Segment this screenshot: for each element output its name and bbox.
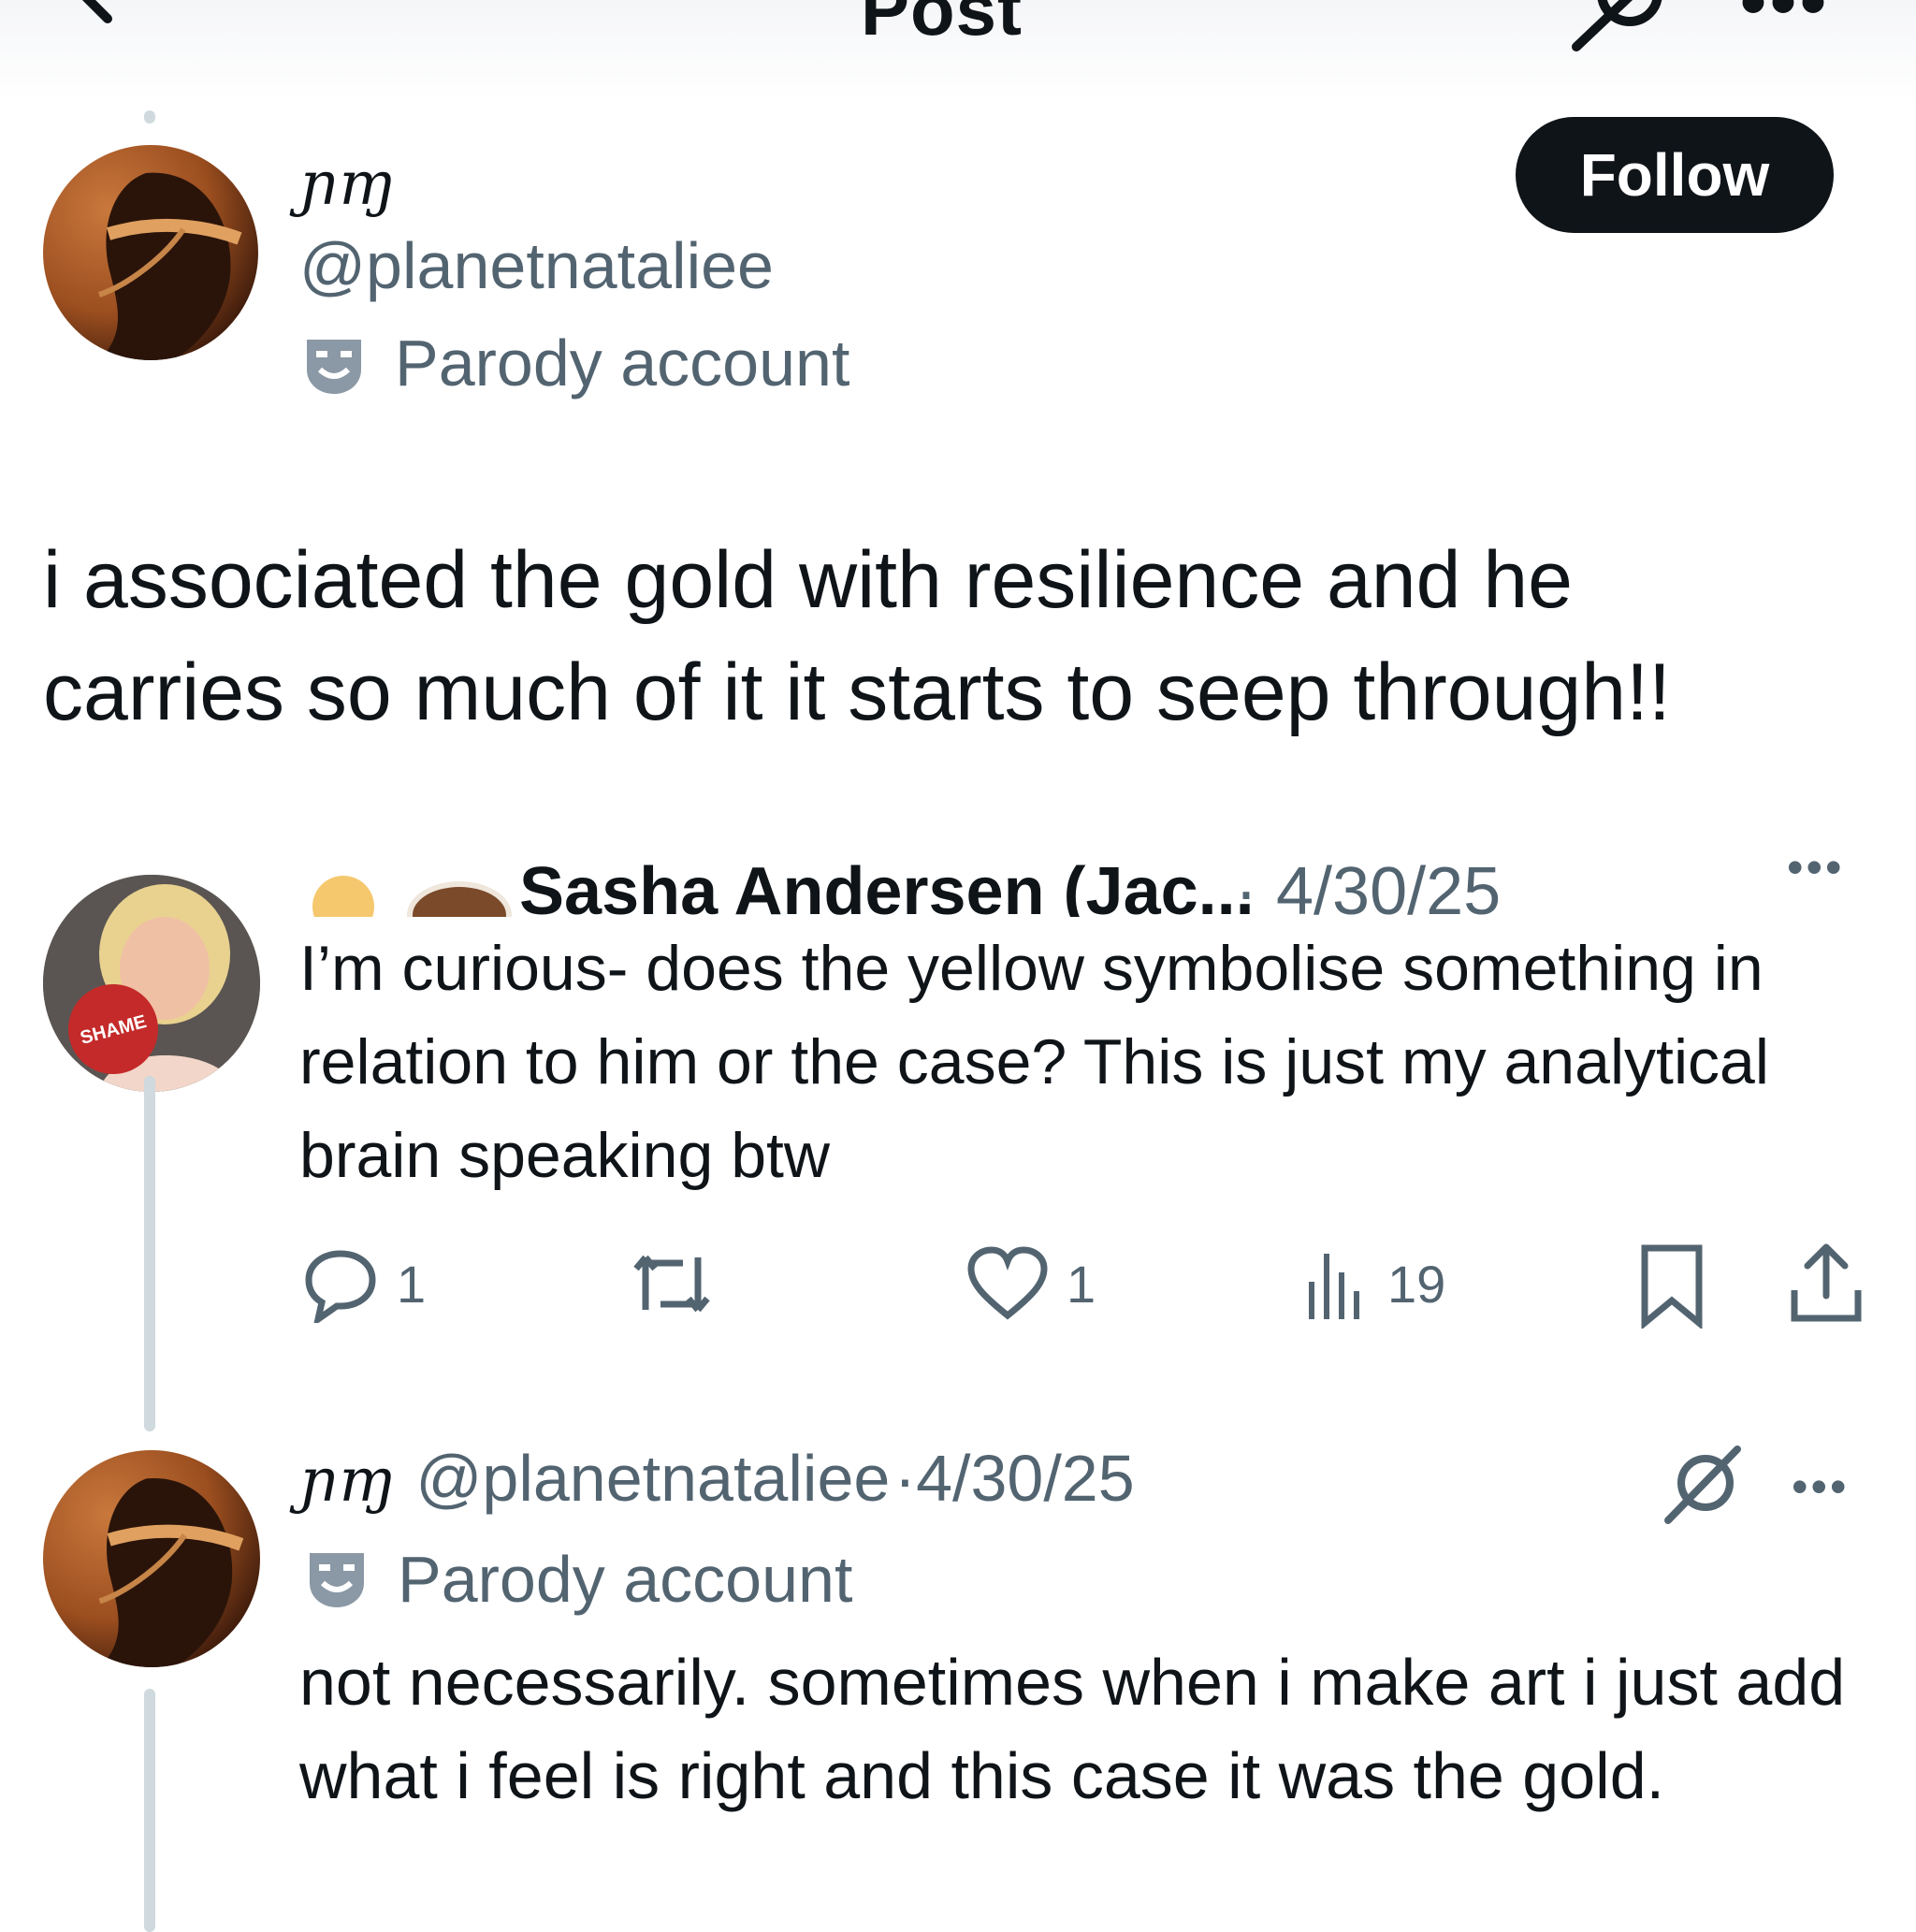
repost-icon: [633, 1255, 710, 1313]
author-name[interactable]: ɲɱ: [299, 150, 395, 219]
like-action[interactable]: 1: [965, 1244, 1096, 1323]
share-icon[interactable]: [1787, 1240, 1865, 1326]
reply2-date[interactable]: ·4/30/25: [894, 1442, 1135, 1515]
emoji-coconut-icon: [407, 881, 512, 917]
follow-button[interactable]: Follow: [1516, 117, 1834, 233]
reply2-author-name[interactable]: ɲɱ: [299, 1446, 395, 1516]
reply-more-options-icon[interactable]: •••: [1787, 861, 1845, 894]
author-avatar[interactable]: [43, 145, 258, 360]
reply-icon: [305, 1250, 376, 1323]
more-options-icon[interactable]: •••: [1740, 0, 1830, 39]
reply-count: 1: [397, 1254, 427, 1314]
reply-text: I’m curious- does the yellow symbolise s…: [299, 933, 1769, 1191]
reply2-grok-icon[interactable]: [1661, 1445, 1745, 1530]
heart-icon: [967, 1246, 1048, 1320]
reply2-header: ɲɱ @planetnataliee ·4/30/25: [299, 1441, 1890, 1534]
repost-action[interactable]: [627, 1244, 733, 1323]
views-chart-icon: [1309, 1254, 1359, 1319]
thread-line-reply1: [144, 1076, 155, 1431]
thread-line-top: [144, 110, 155, 123]
reply2-avatar[interactable]: [43, 1450, 260, 1667]
reply-header: Sasha Andersen (Jac... · 4/30/25 •••: [299, 861, 1890, 917]
reply-avatar[interactable]: SHAME: [43, 875, 260, 1092]
post-text: i associated the gold with resilience an…: [43, 535, 1671, 737]
parody-badge-text: Parody account: [395, 327, 850, 399]
grok-icon[interactable]: [1572, 0, 1675, 56]
reply2-more-options-icon[interactable]: •••: [1792, 1460, 1850, 1514]
thread-line-reply2: [144, 1689, 155, 1932]
like-count: 1: [1067, 1254, 1096, 1314]
bookmark-icon[interactable]: [1637, 1242, 1706, 1329]
reply-author-name[interactable]: Sasha Andersen (Jac...: [519, 861, 1255, 917]
parody-mask-icon: [307, 340, 361, 394]
reply-date[interactable]: · 4/30/25: [1235, 861, 1501, 917]
views-count: 19: [1387, 1254, 1446, 1314]
reply2-parody-badge-text: Parody account: [398, 1543, 853, 1616]
reply2-parody-mask-icon: [310, 1553, 364, 1607]
author-handle[interactable]: @planetnataliee: [299, 228, 774, 303]
reply-action[interactable]: 1: [301, 1244, 426, 1323]
reply2-author-handle[interactable]: @planetnataliee: [415, 1442, 890, 1515]
emoji-person-icon: [312, 876, 374, 917]
reply2-text: not necessarily. sometimes when i make a…: [299, 1646, 1846, 1812]
back-arrow-icon[interactable]: [51, 0, 164, 47]
page-title: Post: [861, 0, 1023, 51]
views-action[interactable]: 19: [1305, 1244, 1445, 1323]
